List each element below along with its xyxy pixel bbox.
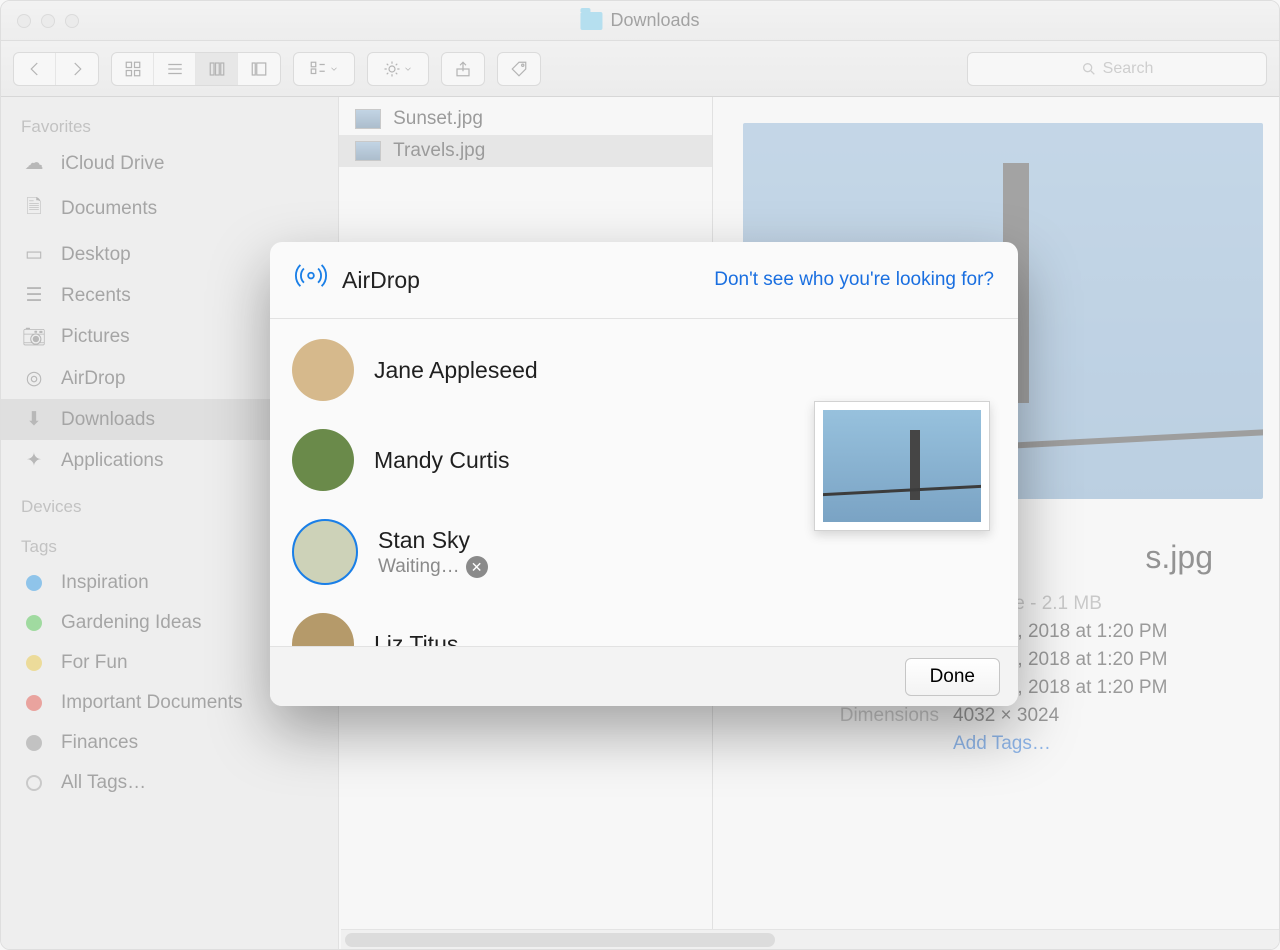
airdrop-help-link[interactable]: Don't see who you're looking for? — [714, 269, 994, 291]
airdrop-contact[interactable]: Liz Titus — [292, 599, 798, 646]
avatar — [292, 613, 354, 646]
done-button[interactable]: Done — [905, 658, 1000, 696]
avatar-progress-ring — [292, 519, 358, 585]
avatar — [292, 429, 354, 491]
airdrop-contact[interactable]: Jane Appleseed — [292, 325, 798, 415]
airdrop-file-thumbnail — [814, 401, 990, 531]
airdrop-header: AirDrop Don't see who you're looking for… — [270, 242, 1018, 319]
airdrop-title: AirDrop — [342, 267, 420, 294]
avatar — [294, 521, 356, 583]
airdrop-icon — [294, 260, 328, 300]
airdrop-contact[interactable]: Mandy Curtis — [292, 415, 798, 505]
airdrop-status: Waiting… — [378, 556, 460, 578]
avatar — [292, 339, 354, 401]
airdrop-body: Jane Appleseed Mandy Curtis Stan Sky Wai… — [270, 319, 1018, 646]
airdrop-footer: Done — [270, 646, 1018, 706]
airdrop-contacts-list: Jane Appleseed Mandy Curtis Stan Sky Wai… — [292, 325, 798, 646]
airdrop-contact[interactable]: Stan Sky Waiting…✕ — [292, 505, 798, 599]
cancel-send-button[interactable]: ✕ — [466, 556, 488, 578]
airdrop-sheet: AirDrop Don't see who you're looking for… — [270, 242, 1018, 706]
